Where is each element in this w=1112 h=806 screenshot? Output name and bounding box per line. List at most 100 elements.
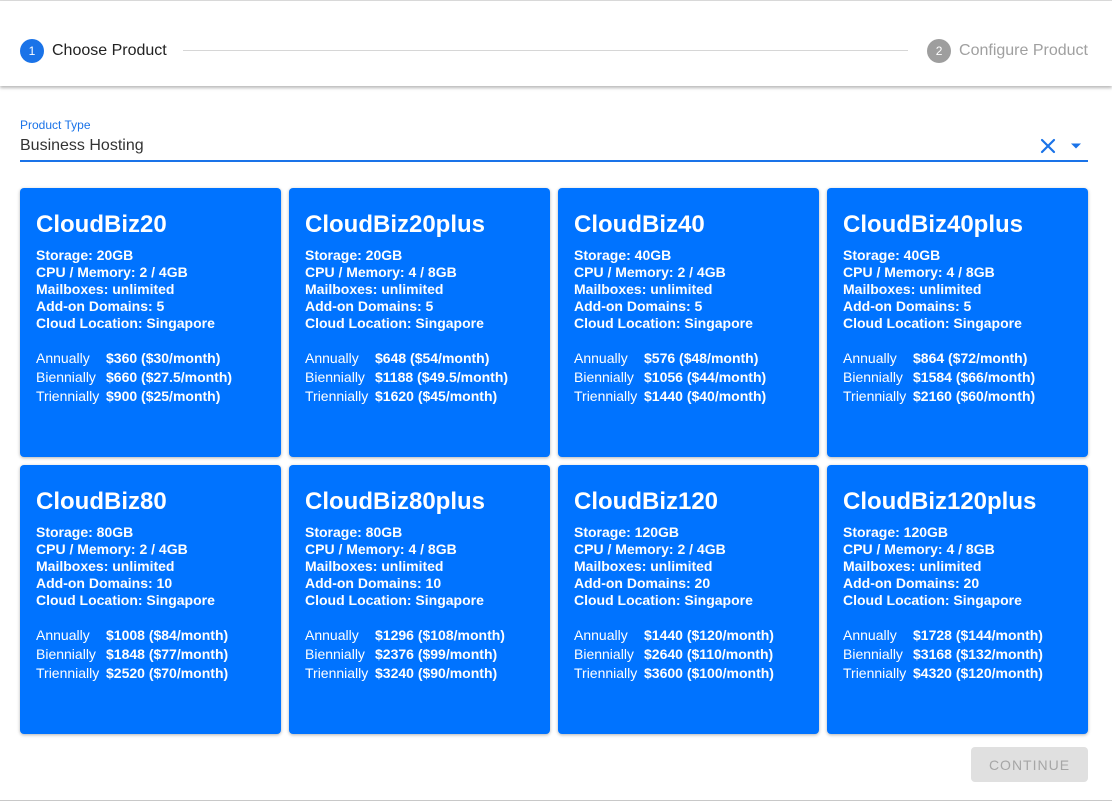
product-spec: Add-on Domains: 5: [305, 298, 434, 314]
product-spec: CPU / Memory: 2 / 4GB: [36, 264, 188, 280]
price-value: $1296 ($108/month): [375, 627, 505, 643]
product-card[interactable]: CloudBiz20 Storage: 20GB CPU / Memory: 2 /…: [20, 188, 281, 457]
price-list: Annually $648 ($54/month) Biennially $1188 …: [305, 349, 550, 406]
product-spec: Add-on Domains: 5: [574, 298, 703, 314]
price-term: Triennially: [574, 665, 638, 681]
product-spec: CPU / Memory: 2 / 4GB: [36, 541, 188, 557]
price-value: $1008 ($84/month): [106, 627, 229, 643]
price-value: $3240 ($90/month): [375, 665, 498, 681]
product-type-label: Product Type: [20, 118, 91, 132]
product-card[interactable]: CloudBiz120 Storage: 120GB CPU / Memory: 2…: [558, 465, 819, 734]
product-card[interactable]: CloudBiz20plus Storage: 20GB CPU / Memory:…: [289, 188, 550, 457]
price-value: $3600 ($100/month): [644, 665, 774, 681]
product-type-value[interactable]: Business Hosting: [20, 137, 144, 155]
product-name: CloudBiz80plus: [305, 488, 486, 515]
price-row: Biennially $1848 ($77/month): [36, 645, 281, 664]
close-icon[interactable]: [1039, 137, 1057, 155]
price-term: Annually: [574, 350, 628, 366]
price-value: $2640 ($110/month): [644, 646, 774, 662]
bottom-divider: [0, 800, 1112, 801]
product-spec: CPU / Memory: 4 / 8GB: [305, 264, 457, 280]
price-value: $1728 ($144/month): [913, 627, 1043, 643]
step-number-badge: 2: [927, 39, 952, 63]
price-value: $1188 ($49.5/month): [375, 369, 509, 385]
price-term: Biennially: [843, 646, 903, 662]
product-name: CloudBiz80: [36, 488, 167, 515]
step-configure-product[interactable]: 2 Configure Product: [927, 39, 1088, 63]
price-row: Annually $1440 ($120/month): [574, 626, 819, 645]
price-row: Triennially $900 ($25/month): [36, 387, 281, 406]
price-row: Biennially $1056 ($44/month): [574, 368, 819, 387]
price-value: $660 ($27.5/month): [106, 369, 233, 385]
price-list: Annually $576 ($48/month) Biennially $1056 …: [574, 349, 819, 406]
product-spec: Mailboxes: unlimited: [843, 281, 982, 297]
product-type-select[interactable]: Product Type Business Hosting: [20, 118, 1088, 162]
price-term: Biennially: [843, 369, 903, 385]
price-row: Triennially $3600 ($100/month): [574, 664, 819, 683]
price-term: Annually: [36, 627, 90, 643]
step-choose-product[interactable]: 1 Choose Product: [20, 39, 167, 63]
price-term: Biennially: [574, 646, 634, 662]
continue-button[interactable]: CONTINUE: [971, 747, 1088, 782]
price-row: Biennially $2640 ($110/month): [574, 645, 819, 664]
product-spec: CPU / Memory: 2 / 4GB: [574, 264, 726, 280]
product-spec: Cloud Location: Singapore: [305, 315, 484, 331]
stepper: 1 Choose Product 2 Configure Product: [0, 1, 1112, 86]
price-value: $1440 ($40/month): [644, 388, 767, 404]
price-list: Annually $1296 ($108/month) Biennially $237…: [305, 626, 550, 683]
product-spec: Cloud Location: Singapore: [36, 592, 215, 608]
price-term: Triennially: [305, 388, 369, 404]
price-row: Biennially $660 ($27.5/month): [36, 368, 281, 387]
price-value: $1056 ($44/month): [644, 369, 767, 385]
price-value: $2160 ($60/month): [913, 388, 1036, 404]
price-row: Annually $1296 ($108/month): [305, 626, 550, 645]
product-name: CloudBiz120plus: [843, 488, 1037, 515]
price-list: Annually $1008 ($84/month) Biennially $1848…: [36, 626, 281, 683]
product-card[interactable]: CloudBiz80plus Storage: 80GB CPU / Memory:…: [289, 465, 550, 734]
product-spec: Cloud Location: Singapore: [305, 592, 484, 608]
price-value: $1584 ($66/month): [913, 369, 1036, 385]
product-card[interactable]: CloudBiz40plus Storage: 40GB CPU / Memory:…: [827, 188, 1088, 457]
product-spec: Add-on Domains: 10: [36, 575, 173, 591]
product-spec: Cloud Location: Singapore: [574, 592, 753, 608]
product-spec: Mailboxes: unlimited: [305, 281, 444, 297]
price-value: $1440 ($120/month): [644, 627, 774, 643]
product-spec: Add-on Domains: 20: [574, 575, 711, 591]
price-row: Annually $1728 ($144/month): [843, 626, 1088, 645]
price-term: Triennially: [843, 388, 907, 404]
product-card[interactable]: CloudBiz80 Storage: 80GB CPU / Memory: 2 /…: [20, 465, 281, 734]
product-card[interactable]: CloudBiz40 Storage: 40GB CPU / Memory: 2 /…: [558, 188, 819, 457]
price-value: $360 ($30/month): [106, 350, 221, 366]
price-value: $864 ($72/month): [913, 350, 1028, 366]
product-name: CloudBiz40: [574, 211, 705, 238]
price-row: Annually $360 ($30/month): [36, 349, 281, 368]
price-row: Annually $648 ($54/month): [305, 349, 550, 368]
step-connector: [183, 50, 908, 51]
price-row: Biennially $3168 ($132/month): [843, 645, 1088, 664]
step-label: Configure Product: [959, 42, 1088, 59]
product-spec: Add-on Domains: 5: [36, 298, 165, 314]
product-spec: Add-on Domains: 20: [843, 575, 980, 591]
product-spec: Cloud Location: Singapore: [574, 315, 753, 331]
product-spec: Mailboxes: unlimited: [574, 281, 713, 297]
price-value: $2376 ($99/month): [375, 646, 498, 662]
price-row: Triennially $4320 ($120/month): [843, 664, 1088, 683]
product-spec: Add-on Domains: 5: [843, 298, 972, 314]
price-row: Triennially $1620 ($45/month): [305, 387, 550, 406]
product-spec: Cloud Location: Singapore: [36, 315, 215, 331]
price-term: Triennially: [305, 665, 369, 681]
caret-down-icon[interactable]: [1070, 142, 1082, 150]
price-term: Biennially: [36, 369, 96, 385]
product-spec: Storage: 40GB: [843, 247, 941, 263]
price-term: Biennially: [305, 646, 365, 662]
price-row: Triennially $1440 ($40/month): [574, 387, 819, 406]
product-spec: CPU / Memory: 4 / 8GB: [305, 541, 457, 557]
product-grid: CloudBiz20 Storage: 20GB CPU / Memory: 2 /…: [20, 188, 1088, 734]
price-term: Biennially: [305, 369, 365, 385]
product-name: CloudBiz40plus: [843, 211, 1024, 238]
product-spec: Cloud Location: Singapore: [843, 315, 1022, 331]
product-card[interactable]: CloudBiz120plus Storage: 120GB CPU / Memor…: [827, 465, 1088, 734]
price-term: Annually: [36, 350, 90, 366]
product-spec: Mailboxes: unlimited: [305, 558, 444, 574]
price-list: Annually $1728 ($144/month) Biennially $316…: [843, 626, 1088, 683]
